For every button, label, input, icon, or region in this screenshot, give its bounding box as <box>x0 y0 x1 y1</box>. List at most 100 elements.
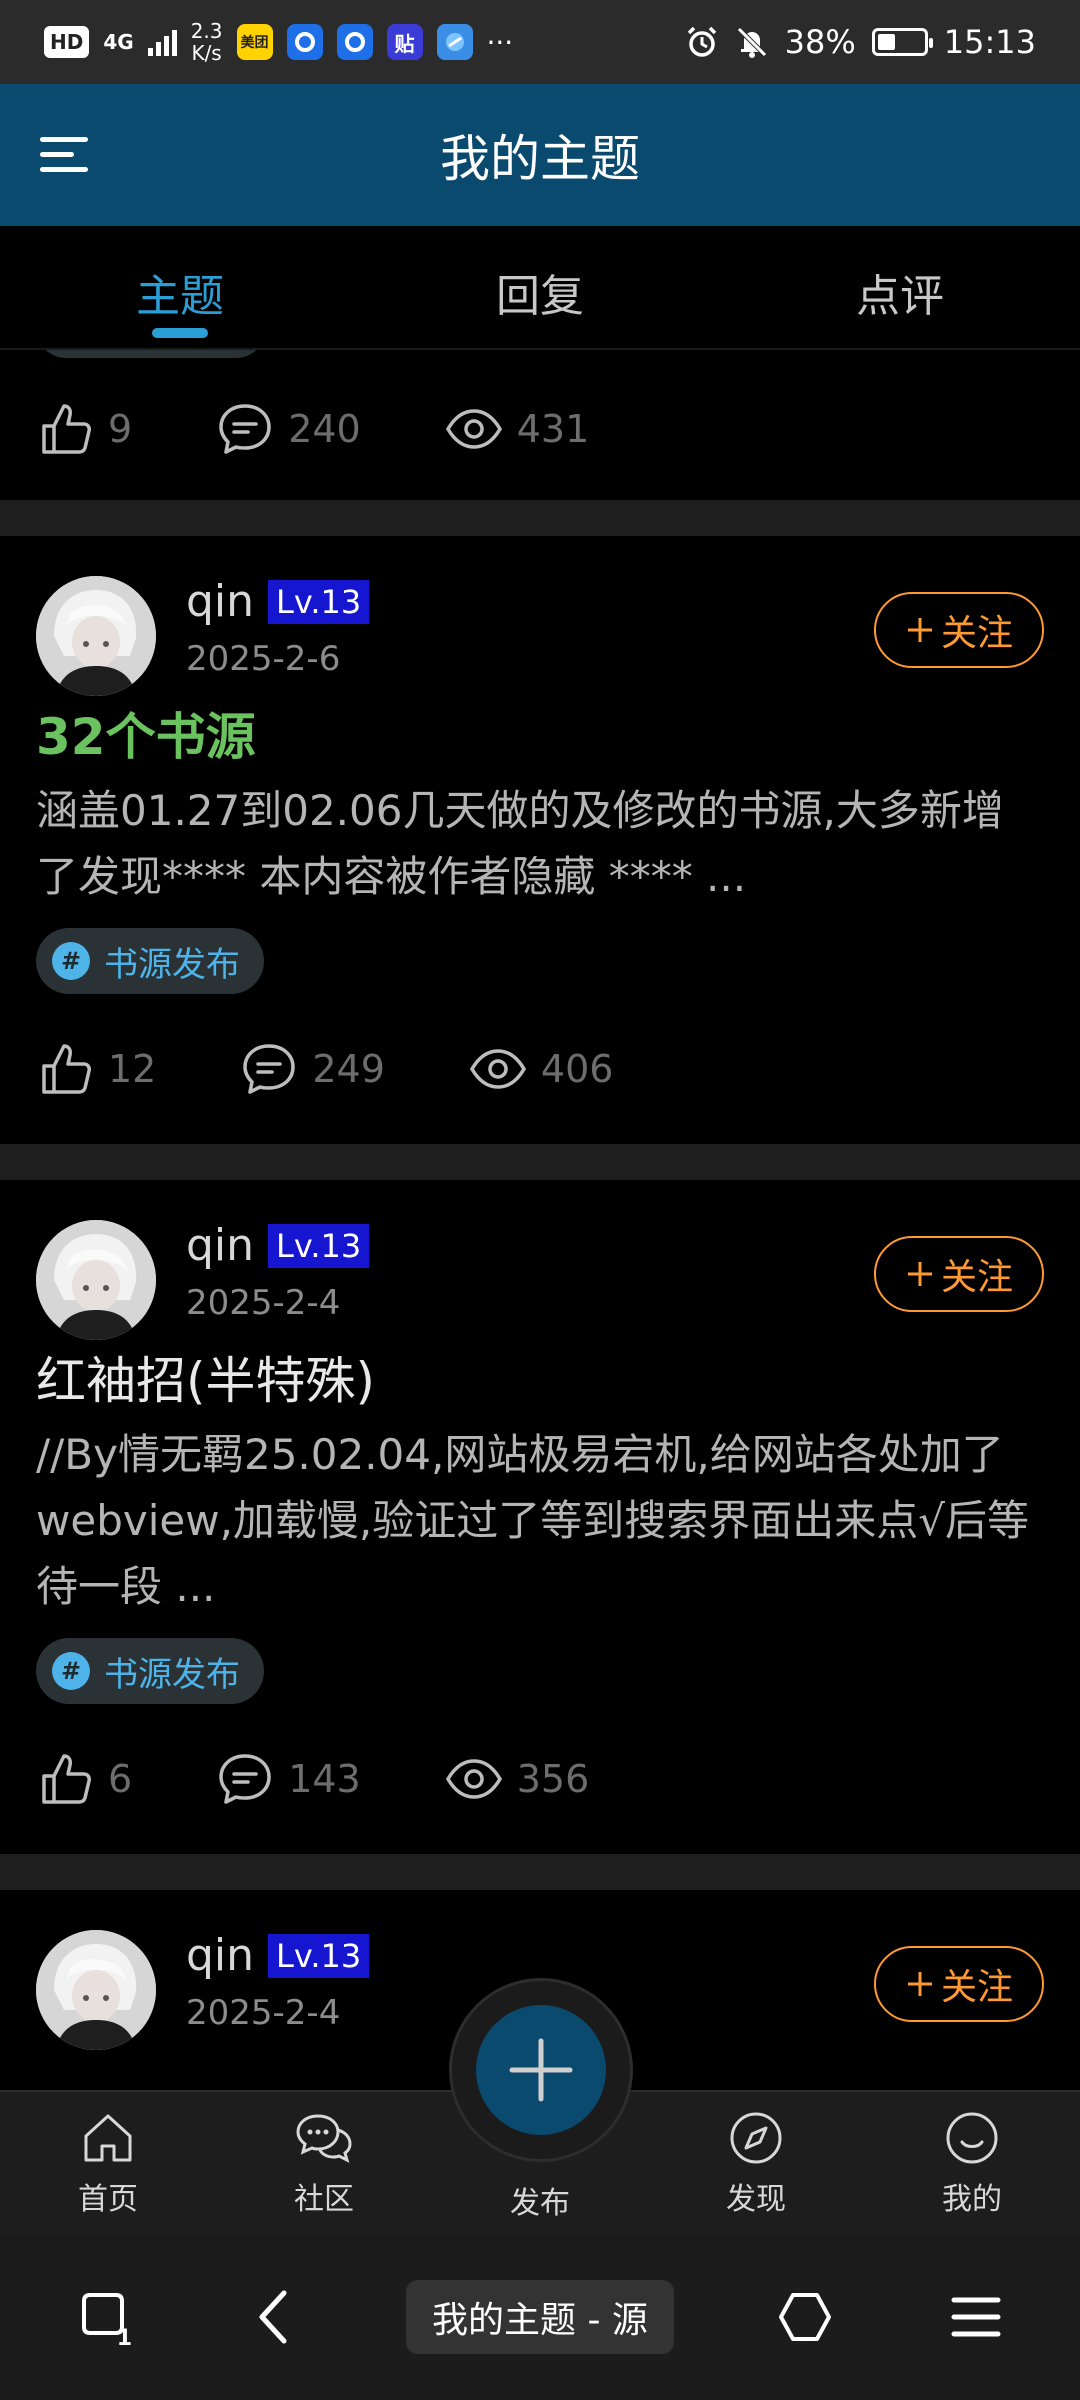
follow-label: 关注 <box>940 613 1013 654</box>
comment-button[interactable]: 143 <box>216 1750 361 1808</box>
post-excerpt: //By情无羁25.02.04,网站极易宕机,给网站各处加了webview,加载… <box>36 1430 1030 1611</box>
tab-reviews[interactable]: 点评 <box>720 226 1080 348</box>
comment-button[interactable]: 249 <box>240 1040 385 1098</box>
view-count: 356 <box>516 1757 590 1801</box>
tab-topics[interactable]: 主题 <box>0 226 360 348</box>
browser-app-icon <box>436 24 473 60</box>
nav-label: 发布 <box>510 2186 570 2221</box>
thumbs-up-icon <box>42 1754 91 1804</box>
menu-icon[interactable] <box>40 135 92 175</box>
post-separator <box>0 1854 1080 1890</box>
home-button[interactable] <box>765 2277 845 2357</box>
nav-discover[interactable]: 发现 <box>648 2092 864 2234</box>
network-type: 4G <box>103 30 134 54</box>
battery-icon <box>871 28 933 56</box>
tab-replies[interactable]: 回复 <box>360 226 720 348</box>
plus-icon <box>907 618 932 642</box>
topic-tag[interactable]: # 书源发布 <box>36 928 264 994</box>
tieba-app-icon: 贴 <box>386 24 423 60</box>
app-icon-blue-1 <box>286 24 323 60</box>
view-count: 431 <box>516 407 590 451</box>
nav-profile[interactable]: 我的 <box>864 2092 1080 2234</box>
app-header: 我的主题 <box>0 84 1080 226</box>
plus-icon <box>907 1262 932 1286</box>
comment-count: 143 <box>288 1757 361 1801</box>
post-stats: 6 143 356 <box>36 1704 1044 1854</box>
community-icon <box>296 2114 352 2163</box>
topic-tag[interactable]: # 书源发布 <box>36 1638 264 1704</box>
hashtag-icon: # <box>52 942 90 980</box>
post-stats: 9 240 431 <box>0 358 1080 500</box>
follow-button[interactable]: 关注 <box>874 1946 1044 2022</box>
user-info: qin Lv.13 2025-2-4 <box>186 1930 370 2033</box>
username[interactable]: qin <box>186 1930 254 1981</box>
hashtag-icon: # <box>52 1652 90 1690</box>
level-badge: Lv.13 <box>268 1933 370 1978</box>
post-title[interactable]: 红袖招(半特殊) <box>36 1346 1044 1416</box>
hamburger-icon <box>951 2297 1001 2337</box>
level-badge: Lv.13 <box>268 1223 370 1268</box>
status-left: HD 4G 2.3 K/s 美团 贴 ··· <box>44 20 513 64</box>
plus-icon <box>509 2038 573 2102</box>
home-icon <box>84 2114 132 2162</box>
follow-button[interactable]: 关注 <box>874 1236 1044 1312</box>
like-button[interactable]: 9 <box>36 400 132 458</box>
speed-unit: K/s <box>191 41 222 65</box>
tab-count: 1 <box>116 2326 132 2351</box>
follow-button[interactable]: 关注 <box>874 592 1044 668</box>
post-separator <box>0 1144 1080 1180</box>
like-count: 9 <box>108 407 133 451</box>
view-count: 406 <box>540 1047 614 1091</box>
like-button[interactable]: 12 <box>36 1040 156 1098</box>
topic-feed: 9 240 431 qin Lv.13 2025-2-6 关注 32个书源 涵盖… <box>0 350 1080 2090</box>
post-title[interactable]: 32个书源 <box>36 702 1044 772</box>
page-title: 我的主题 <box>440 130 640 188</box>
username[interactable]: qin <box>186 1220 254 1271</box>
alarm-icon <box>687 26 716 57</box>
follow-label: 关注 <box>940 1967 1013 2008</box>
tag-label: 书源发布 <box>104 944 240 985</box>
back-button[interactable] <box>235 2277 315 2357</box>
like-count: 6 <box>108 1757 133 1801</box>
avatar[interactable] <box>36 576 156 696</box>
partial-tag-edge <box>0 350 1080 358</box>
view-stat: 431 <box>445 400 590 458</box>
post-card[interactable]: qin Lv.13 2025-2-6 关注 32个书源 涵盖01.27到02.0… <box>0 536 1080 1144</box>
post-date: 2025-2-6 <box>186 639 341 679</box>
nav-label: 我的 <box>942 2182 1002 2217</box>
avatar[interactable] <box>36 1220 156 1340</box>
nav-label: 首页 <box>78 2182 138 2217</box>
meituan-app-icon: 美团 <box>236 24 273 60</box>
nav-label: 社区 <box>294 2182 354 2217</box>
publish-button[interactable] <box>449 1978 633 2162</box>
post-card-partial: 9 240 431 <box>0 350 1080 500</box>
post-date: 2025-2-4 <box>186 1283 341 1323</box>
tab-bar: 主题 回复 点评 <box>0 226 1080 350</box>
comment-icon <box>219 1754 271 1804</box>
avatar[interactable] <box>36 1930 156 2050</box>
mute-bell-icon <box>736 27 767 58</box>
comment-count: 240 <box>288 407 361 451</box>
thumbs-up-icon <box>42 1044 91 1094</box>
username[interactable]: qin <box>186 576 254 627</box>
battery-level <box>877 34 895 50</box>
tabs-switcher-button[interactable]: 1 <box>64 2277 144 2357</box>
compass-icon <box>730 2112 782 2164</box>
post-excerpt: 涵盖01.27到02.06几天做的及修改的书源,大多新增了发现**** 本内容被… <box>36 786 1004 901</box>
nav-label: 发现 <box>726 2182 786 2217</box>
publish-button-inner <box>476 2005 606 2135</box>
eye-icon <box>445 409 502 449</box>
comment-icon <box>219 404 271 454</box>
comment-icon <box>243 1044 296 1094</box>
network-speed: 2.3 K/s <box>191 20 223 64</box>
like-button[interactable]: 6 <box>36 1750 132 1808</box>
nav-community[interactable]: 社区 <box>216 2092 432 2234</box>
like-count: 12 <box>108 1047 157 1091</box>
hd-badge: HD <box>44 26 90 58</box>
comment-button[interactable]: 240 <box>216 400 361 458</box>
app-icon-blue-2 <box>336 24 373 60</box>
nav-home[interactable]: 首页 <box>0 2092 216 2234</box>
address-bar-title[interactable]: 我的主题 - 源 <box>406 2280 674 2354</box>
post-card[interactable]: qin Lv.13 2025-2-4 关注 红袖招(半特殊) //By情无羁25… <box>0 1180 1080 1854</box>
browser-menu-button[interactable] <box>936 2277 1016 2357</box>
